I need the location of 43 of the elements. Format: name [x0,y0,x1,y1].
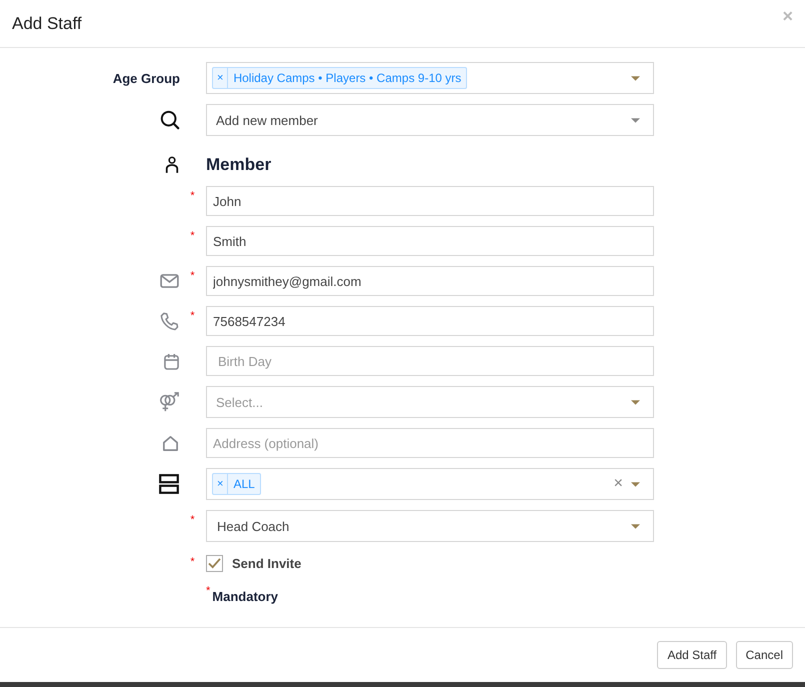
caret-icon [631,482,640,486]
tags-field[interactable]: × ALL × [206,468,654,500]
caret-icon [631,524,640,528]
person-icon [165,156,179,174]
required-mark: * [190,311,195,322]
input-field[interactable]: John [206,186,654,216]
stack-icon [159,474,179,494]
input-field[interactable]: Birth Day [206,346,654,376]
checkbox-label: Send Invite [232,556,302,570]
mail-icon [160,274,179,288]
input-field[interactable]: johnysmithey@gmail.com [206,266,654,296]
section-heading: Member [206,155,272,174]
window-title: Add Staff [12,14,82,34]
search-icon [160,110,180,130]
input-field[interactable]: Address (optional) [206,428,654,458]
input-field[interactable]: Smith [206,226,654,256]
tag-label: ALL [232,477,256,491]
required-mark: * [206,586,210,597]
select-value: Head Coach [216,518,290,534]
caret-icon [631,400,640,404]
select-value: Add new member [216,112,319,128]
gender-icon [159,392,179,412]
required-mark: * [190,515,195,526]
dialog-button[interactable]: Add Staff [657,641,727,669]
checkbox[interactable] [206,554,223,572]
phone-icon [160,312,179,330]
clear-button[interactable]: × [614,475,623,493]
field-label: Age Group [112,70,180,86]
required-mark: * [190,231,195,242]
required-mark: * [190,191,195,202]
caret-icon [631,76,640,80]
calendar-icon [164,352,179,370]
input-field[interactable]: 7568547234 [206,306,654,336]
tag-label: Holiday Camps • Players • Camps 9-10 yrs [232,71,462,85]
dialog-button[interactable]: Cancel [736,641,793,669]
select-placeholder: Select... [216,394,264,410]
required-mark: * [190,271,195,282]
mandatory-note: Mandatory [212,588,278,604]
required-mark: * [190,557,195,568]
home-icon [162,434,179,452]
caret-icon [631,118,640,122]
select-field[interactable]: Add new member [206,104,654,136]
select-field[interactable]: Head Coach [206,510,654,542]
